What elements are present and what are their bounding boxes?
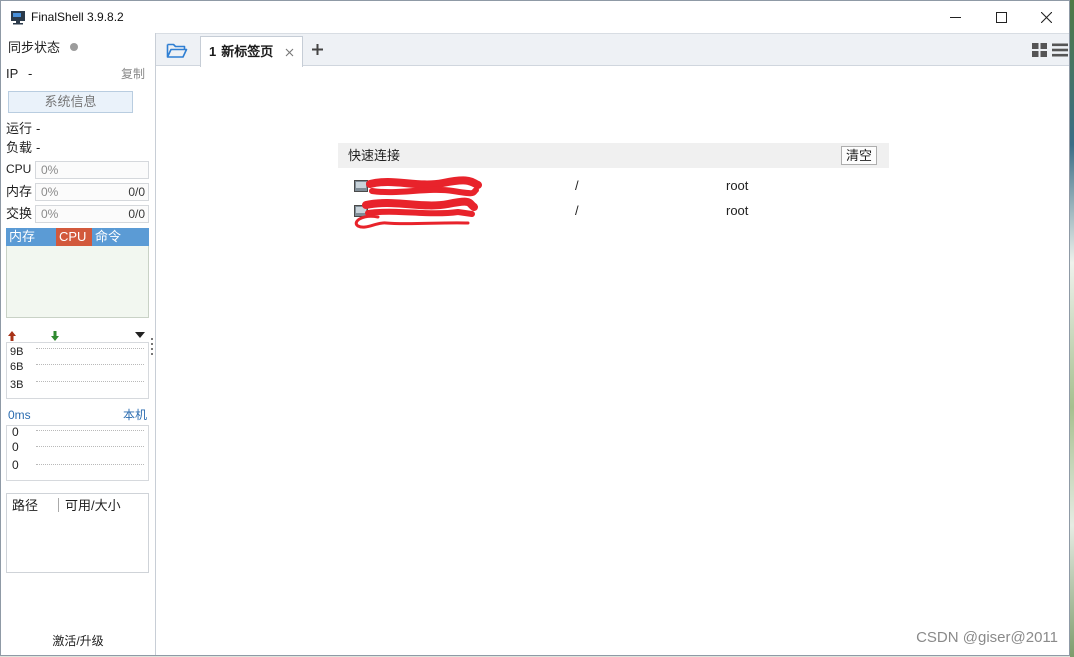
network-scale-label: 6B xyxy=(10,361,24,373)
load-value: - xyxy=(36,140,41,155)
column-header-available-size: 可用/大小 xyxy=(65,498,121,513)
upload-arrow-icon xyxy=(8,331,16,341)
download-arrow-icon xyxy=(51,331,59,341)
maximize-button[interactable] xyxy=(978,1,1024,33)
drag-handle-dot[interactable] xyxy=(151,348,153,350)
uptime-row: 运行 - xyxy=(6,121,40,136)
system-info-button[interactable]: 系统信息 xyxy=(8,91,133,113)
connection-user: root xyxy=(726,178,749,193)
quick-connect-header: 快速连接 清空 xyxy=(338,143,889,168)
window-title: FinalShell 3.9.8.2 xyxy=(31,10,124,24)
activate-upgrade-link[interactable]: 激活/升级 xyxy=(1,634,155,649)
main-panel: 1 新标签页 快速连接 清空 / root / root CSDN @giser… xyxy=(155,33,1069,655)
copy-ip-link[interactable]: 复制 xyxy=(121,67,145,82)
network-scale-label: 3B xyxy=(10,379,24,391)
latency-graph: 0 0 0 xyxy=(6,425,149,481)
minimize-icon xyxy=(949,16,961,18)
finalshell-app-icon xyxy=(11,11,25,25)
title-bar[interactable]: FinalShell 3.9.8.2 xyxy=(1,1,1069,33)
network-gridline xyxy=(36,364,144,365)
swap-percent: 0% xyxy=(41,207,59,221)
column-separator[interactable] xyxy=(58,498,59,512)
network-scale-label: 9B xyxy=(10,346,24,358)
close-button[interactable] xyxy=(1023,1,1069,33)
clear-button[interactable]: 清空 xyxy=(841,146,877,165)
minimize-button[interactable] xyxy=(932,1,978,33)
redaction-scribble xyxy=(354,176,482,229)
tab-process-memory[interactable]: 内存 xyxy=(6,228,56,246)
network-gridline xyxy=(36,348,144,349)
tab-process-command[interactable]: 命令 xyxy=(92,228,149,246)
latency-gridline xyxy=(36,446,144,447)
sync-status-label: 同步状态 xyxy=(8,40,61,55)
disk-usage-table: 路径 可用/大小 xyxy=(6,493,149,573)
tab-bar: 1 新标签页 xyxy=(156,33,1069,67)
drag-handle-dot[interactable] xyxy=(151,338,153,340)
watermark: CSDN @giser@2011 xyxy=(916,629,1058,646)
folder-icon[interactable] xyxy=(166,42,188,59)
cpu-usage-bar: 0% xyxy=(35,161,149,179)
network-traffic-graph: 9B 6B 3B xyxy=(6,342,149,399)
ip-value: - xyxy=(28,66,33,81)
latency-value: 0ms xyxy=(8,408,31,422)
latency-gridline xyxy=(36,464,144,465)
latency-scale-label: 0 xyxy=(12,425,19,439)
quick-connect-title: 快速连接 xyxy=(348,148,401,163)
plus-icon[interactable] xyxy=(312,44,323,55)
close-tab-icon[interactable] xyxy=(285,48,294,57)
swap-label: 交换 xyxy=(6,206,33,221)
uptime-value: - xyxy=(36,121,41,136)
connection-path: / xyxy=(575,178,579,193)
maximize-icon xyxy=(995,11,1007,23)
list-view-icon[interactable] xyxy=(1052,43,1068,57)
connection-user: root xyxy=(726,203,749,218)
tab-index: 1 xyxy=(209,44,217,59)
memory-label: 内存 xyxy=(6,184,33,199)
quick-connect-panel: 快速连接 清空 / root / root xyxy=(338,143,889,229)
ip-label: IP xyxy=(6,66,19,81)
tab-process-cpu[interactable]: CPU xyxy=(56,228,92,246)
memory-percent: 0% xyxy=(41,185,59,199)
latency-scale-label: 0 xyxy=(12,458,19,472)
column-header-path: 路径 xyxy=(12,498,39,513)
memory-usage-bar: 0% 0/0 xyxy=(35,183,149,201)
uptime-label: 运行 xyxy=(6,121,33,136)
close-icon xyxy=(1040,11,1052,23)
tab-new-tab[interactable]: 1 新标签页 xyxy=(200,36,303,67)
desktop-background-strip xyxy=(1070,0,1074,657)
load-label: 负载 xyxy=(6,140,33,155)
connection-path: / xyxy=(575,203,579,218)
latency-scale-label: 0 xyxy=(12,440,19,454)
tab-label: 1 新标签页 xyxy=(209,44,273,59)
swap-usage: 0/0 xyxy=(128,207,145,221)
drag-handle-dot[interactable] xyxy=(151,353,153,355)
cpu-percent: 0% xyxy=(41,163,59,177)
drag-handle-dot[interactable] xyxy=(151,343,153,345)
process-list-panel xyxy=(6,246,149,318)
swap-usage-bar: 0% 0/0 xyxy=(35,205,149,223)
sidebar: 同步状态 IP - 复制 系统信息 运行 - 负载 - CPU 0% 内存 0%… xyxy=(1,33,155,655)
cpu-label: CPU xyxy=(6,162,32,176)
process-tabs: 内存 CPU 命令 xyxy=(6,228,149,246)
load-row: 负载 - xyxy=(6,140,40,155)
latency-gridline xyxy=(36,430,144,431)
network-gridline xyxy=(36,381,144,382)
network-interface-dropdown-icon[interactable] xyxy=(135,332,145,338)
memory-usage: 0/0 xyxy=(128,185,145,199)
grid-view-icon[interactable] xyxy=(1032,43,1047,57)
tab-title: 新标签页 xyxy=(221,44,274,59)
sync-status-indicator xyxy=(70,43,78,51)
latency-host-selector[interactable]: 本机 xyxy=(123,408,147,423)
app-window: FinalShell 3.9.8.2 同步状态 IP - 复制 系统信息 运行 … xyxy=(0,0,1070,656)
